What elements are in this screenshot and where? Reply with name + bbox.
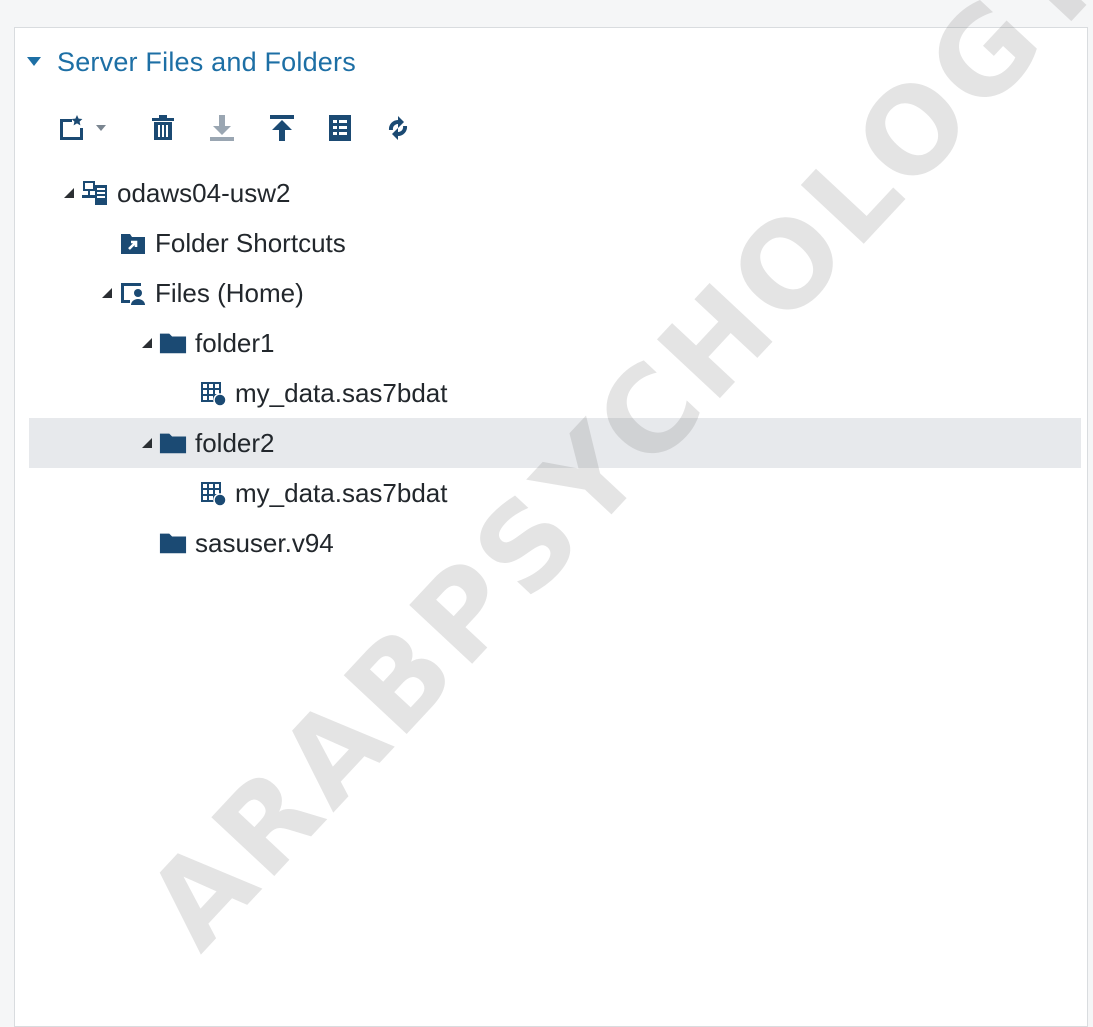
new-item-icon: [60, 115, 83, 140]
expand-toggle[interactable]: [137, 433, 157, 453]
tree-item-label: my_data.sas7bdat: [235, 377, 448, 408]
tree-item-label: Files (Home): [155, 277, 304, 308]
expand-toggle[interactable]: [137, 333, 157, 353]
tree-item-sasuser[interactable]: sasuser.v94: [45, 518, 1081, 568]
server-icon: [81, 179, 109, 207]
tree-item-label: sasuser.v94: [195, 527, 334, 558]
folder-shortcut-icon: [119, 229, 147, 257]
refresh-button[interactable]: [383, 108, 413, 148]
expand-toggle[interactable]: [97, 283, 117, 303]
tree-item-label: folder2: [195, 427, 275, 458]
file-tree: odaws04-usw2 Folder Shortcuts Files (Hom…: [29, 168, 1081, 568]
triangle-expanded-icon: [64, 188, 74, 198]
tree-item-files-home[interactable]: Files (Home): [45, 268, 1081, 318]
upload-icon: [270, 115, 294, 141]
section-title: Server Files and Folders: [57, 46, 356, 77]
download-icon: [210, 115, 234, 141]
properties-button[interactable]: [327, 108, 353, 148]
folder-icon: [159, 429, 187, 457]
triangle-expanded-icon: [142, 338, 152, 348]
tree-item-folder2[interactable]: folder2: [29, 418, 1081, 468]
triangle-expanded-icon: [102, 288, 112, 298]
download-button[interactable]: [207, 108, 237, 148]
delete-button[interactable]: [149, 108, 177, 148]
section-header[interactable]: Server Files and Folders: [25, 44, 356, 80]
tree-item-label: odaws04-usw2: [117, 177, 291, 208]
dataset-icon: [199, 379, 227, 407]
triangle-expanded-icon: [142, 438, 152, 448]
caret-down-icon: [27, 57, 41, 66]
tree-item-label: folder1: [195, 327, 275, 358]
tree-item-folder1-dataset[interactable]: my_data.sas7bdat: [45, 368, 1081, 418]
home-files-icon: [119, 279, 147, 307]
toolbar: [57, 108, 443, 148]
properties-icon: [329, 115, 351, 141]
folder-icon: [159, 329, 187, 357]
tree-item-folder2-dataset[interactable]: my_data.sas7bdat: [45, 468, 1081, 518]
upload-button[interactable]: [267, 108, 297, 148]
tree-item-folder1[interactable]: folder1: [45, 318, 1081, 368]
tree-item-label: Folder Shortcuts: [155, 227, 346, 258]
expand-toggle[interactable]: [59, 183, 79, 203]
trash-icon: [152, 115, 174, 140]
folder-icon: [159, 529, 187, 557]
server-files-panel: Server Files and Folders odaws04-usw2 Fo…: [14, 27, 1088, 1027]
tree-item-label: my_data.sas7bdat: [235, 477, 448, 508]
refresh-icon: [388, 116, 408, 140]
new-button[interactable]: [57, 108, 107, 148]
dataset-icon: [199, 479, 227, 507]
tree-item-server[interactable]: odaws04-usw2: [45, 168, 1081, 218]
tree-item-folder-shortcuts[interactable]: Folder Shortcuts: [45, 218, 1081, 268]
chevron-down-icon: [96, 125, 106, 131]
